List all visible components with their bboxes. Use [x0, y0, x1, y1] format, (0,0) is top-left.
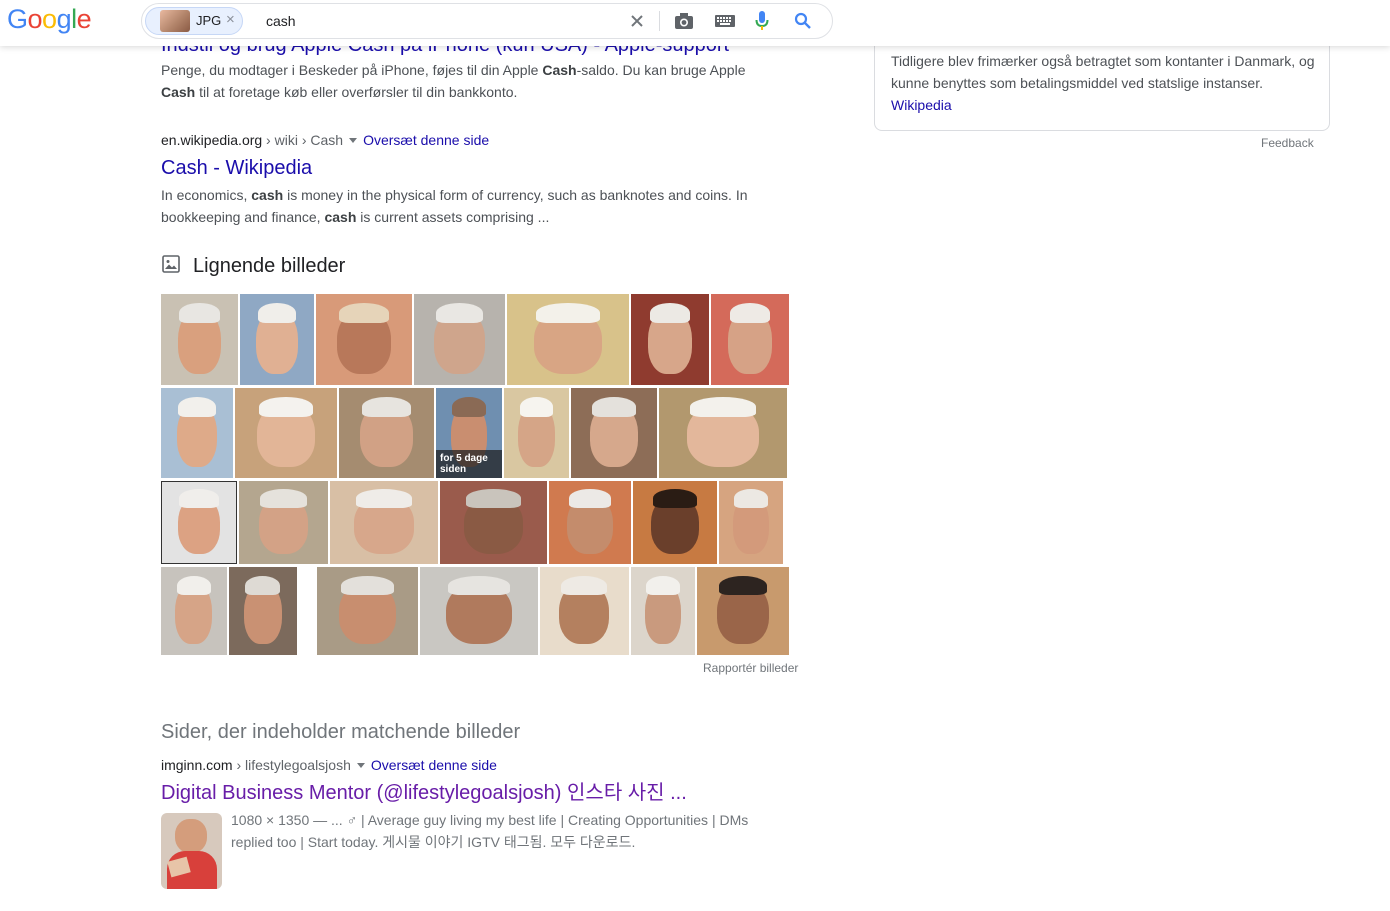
knowledge-panel-text: Tidligere blev frimærker også betragtet … — [891, 50, 1321, 116]
similar-image[interactable]: for 5 dage siden — [436, 388, 502, 478]
result-title-wikipedia[interactable]: Cash - Wikipedia — [161, 155, 312, 181]
logo-letter: G — [7, 4, 28, 34]
snippet-bold: Cash — [161, 84, 196, 100]
similar-image[interactable] — [240, 294, 314, 385]
similar-images-header: Lignende billeder — [161, 254, 345, 279]
knowledge-panel: Tidligere blev frimærker også betragtet … — [874, 46, 1330, 131]
similar-image[interactable] — [161, 388, 233, 478]
similar-image[interactable] — [161, 481, 237, 564]
similar-image[interactable] — [330, 481, 438, 564]
similar-image[interactable] — [659, 388, 787, 478]
chip-label: JPG — [196, 13, 222, 28]
report-images-link[interactable]: Rapportér billeder — [703, 661, 798, 675]
similar-image[interactable] — [711, 294, 789, 385]
translate-link[interactable]: Oversæt denne side — [371, 757, 497, 773]
similar-image[interactable] — [571, 388, 657, 478]
snippet-text: Penge, du modtager i Beskeder på iPhone,… — [161, 62, 543, 78]
search-box[interactable]: JPG × cash — [141, 3, 833, 39]
feedback-link[interactable]: Feedback — [1261, 136, 1314, 150]
result-breadcrumb-imginn: imginn.com › lifestylegoalsjosh Oversæt d… — [161, 757, 497, 773]
result-domain: en.wikipedia.org — [161, 132, 263, 148]
search-input[interactable]: cash — [266, 13, 296, 29]
result-thumbnail[interactable] — [161, 813, 222, 889]
chevron-down-icon[interactable] — [356, 762, 365, 768]
similar-image[interactable] — [697, 567, 789, 655]
knowledge-panel-description: Tidligere blev frimærker også betragtet … — [891, 53, 1315, 91]
translate-link[interactable]: Oversæt denne side — [363, 132, 489, 148]
similar-image[interactable] — [161, 567, 227, 655]
similar-image[interactable] — [633, 481, 717, 564]
logo-letter: o — [42, 4, 57, 34]
similar-images-heading: Lignende billeder — [193, 255, 346, 277]
top-bar: Google JPG × cash — [0, 0, 1390, 46]
similar-image[interactable] — [504, 388, 569, 478]
camera-icon[interactable] — [673, 10, 695, 32]
similar-image[interactable] — [316, 567, 419, 655]
similar-image[interactable] — [235, 388, 337, 478]
snippet-text: -saldo. Du kan bruge Apple — [576, 62, 746, 78]
result-snippet-wikipedia: In economics, cash is money in the physi… — [161, 184, 761, 228]
result-snippet-apple-cash: Penge, du modtager i Beskeder på iPhone,… — [161, 59, 761, 103]
result-path: › wiki › Cash — [262, 132, 344, 148]
snippet-text: til at foretage køb eller overførsler ti… — [195, 84, 518, 100]
similar-image[interactable] — [339, 388, 434, 478]
snippet-line: replied too | Start today. 게시물 이야기 IGTV … — [231, 834, 636, 850]
mic-icon[interactable] — [751, 10, 773, 32]
similar-image[interactable] — [719, 481, 783, 564]
snippet-line: 1080 × 1350 — ... ♂ | Average guy living… — [231, 812, 749, 828]
wikipedia-link[interactable]: Wikipedia — [891, 97, 952, 113]
image-icon — [161, 254, 181, 279]
snippet-bold: Cash — [542, 62, 577, 78]
similar-image[interactable] — [440, 481, 547, 564]
similar-image[interactable] — [161, 294, 238, 385]
result-path: › lifestylegoalsjosh — [232, 757, 351, 773]
image-age-badge: for 5 dage siden — [436, 450, 502, 478]
chip-close-icon[interactable]: × — [226, 11, 235, 28]
similar-image[interactable] — [630, 567, 696, 655]
snippet-bold: cash — [324, 209, 357, 225]
snippet-bold: cash — [251, 187, 284, 203]
snippet-text: In economics, — [161, 187, 252, 203]
similar-image[interactable] — [549, 481, 631, 564]
result-snippet-imginn: 1080 × 1350 — ... ♂ | Average guy living… — [231, 809, 771, 853]
similar-image[interactable] — [239, 481, 328, 564]
image-chip[interactable]: JPG × — [145, 7, 243, 35]
similar-image[interactable] — [316, 294, 412, 385]
similar-image[interactable] — [631, 294, 709, 385]
similar-image[interactable] — [539, 567, 629, 655]
similar-image[interactable] — [420, 567, 538, 655]
chip-thumbnail — [160, 10, 190, 32]
similar-image[interactable] — [228, 567, 297, 655]
chevron-down-icon[interactable] — [349, 137, 358, 143]
logo-letter: o — [27, 4, 43, 34]
similar-images-grid: for 5 dage siden — [161, 294, 789, 658]
logo-letter: e — [76, 4, 92, 34]
keyboard-icon[interactable] — [714, 10, 736, 32]
similar-image[interactable] — [507, 294, 629, 385]
result-title-imginn[interactable]: Digital Business Mentor (@lifestylegoals… — [161, 780, 687, 806]
similar-image[interactable] — [298, 567, 315, 655]
search-icon[interactable] — [792, 10, 814, 32]
result-domain: imginn.com — [161, 757, 233, 773]
matching-pages-heading: Sider, der indeholder matchende billeder — [161, 721, 521, 743]
divider — [659, 11, 660, 31]
similar-image[interactable] — [414, 294, 505, 385]
google-logo[interactable]: Google — [7, 4, 92, 35]
snippet-text: is current assets comprising ... — [356, 209, 550, 225]
logo-letter: g — [56, 4, 72, 34]
result-breadcrumb-wikipedia: en.wikipedia.org › wiki › Cash Oversæt de… — [161, 132, 489, 148]
clear-icon[interactable] — [626, 10, 648, 32]
